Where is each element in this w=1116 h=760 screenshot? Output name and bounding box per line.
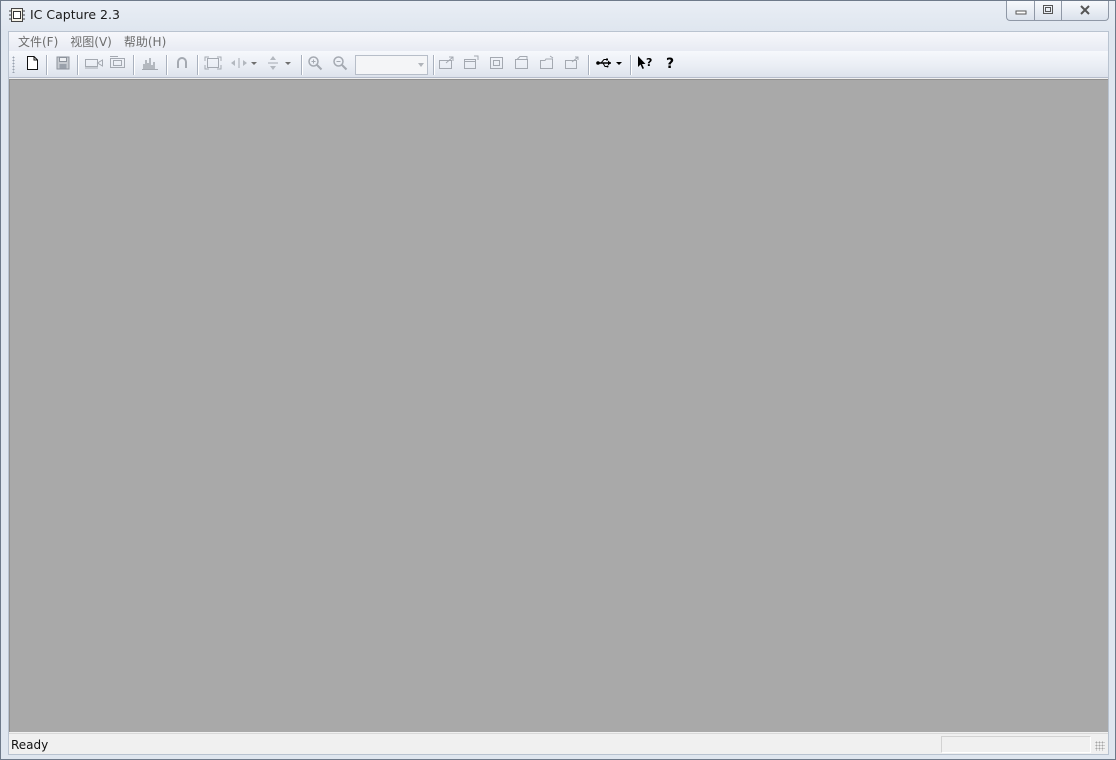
help-icon: ?	[664, 55, 678, 74]
toolbar-separator	[46, 55, 47, 75]
histogram-button[interactable]	[140, 55, 160, 74]
title-bar[interactable]: IC Capture 2.3	[1, 1, 1115, 31]
toolbar-grip[interactable]	[12, 56, 15, 73]
context-help-icon: ?	[636, 55, 654, 74]
menu-bar: 文件(F) 视图(V) 帮助(H)	[9, 32, 1108, 51]
close-button[interactable]	[1061, 1, 1109, 21]
toolbar-separator	[133, 55, 134, 75]
new-document-icon	[24, 55, 40, 74]
open-window-button[interactable]	[461, 55, 481, 74]
new-button[interactable]	[22, 55, 42, 74]
export-button[interactable]	[437, 55, 457, 74]
properties-icon	[513, 55, 531, 74]
toolbar-separator	[630, 55, 631, 75]
caption-buttons	[1006, 1, 1109, 21]
frame-icon	[488, 55, 506, 74]
open-window-icon	[462, 55, 480, 74]
zoom-combobox[interactable]	[355, 55, 428, 75]
menu-help[interactable]: 帮助(H)	[118, 33, 172, 51]
export-icon	[438, 55, 456, 74]
svg-text:?: ?	[666, 56, 674, 71]
capture-image-icon	[108, 55, 128, 74]
undo-button[interactable]	[172, 55, 192, 74]
save-icon	[55, 55, 71, 74]
fit-frame-button[interactable]	[203, 55, 223, 74]
usb-device-icon	[595, 55, 625, 74]
svg-text:?: ?	[646, 56, 652, 69]
minimize-button[interactable]	[1006, 1, 1034, 21]
restore-icon	[1042, 4, 1054, 18]
save-button[interactable]	[53, 55, 73, 74]
status-bar: Ready	[9, 733, 1108, 754]
status-text: Ready	[11, 738, 49, 752]
capture-video-icon	[84, 55, 104, 74]
toolbar-separator	[433, 55, 434, 75]
zoom-in-icon	[307, 55, 323, 74]
resize-grip-icon[interactable]	[1095, 741, 1105, 751]
chevron-down-icon	[418, 63, 424, 67]
video-display-area[interactable]	[9, 79, 1108, 732]
toolbar-separator	[197, 55, 198, 75]
flip-vertical-dropdown[interactable]	[264, 55, 296, 74]
flip-horizontal-dropdown[interactable]	[228, 55, 260, 74]
client-area: 文件(F) 视图(V) 帮助(H) ? ? Ready	[8, 31, 1109, 755]
properties-button[interactable]	[512, 55, 532, 74]
undo-icon	[174, 55, 190, 74]
toolbar-separator	[166, 55, 167, 75]
menu-view[interactable]: 视图(V)	[64, 33, 118, 51]
context-help-button[interactable]: ?	[635, 55, 655, 74]
toolbar-separator	[77, 55, 78, 75]
toolbar-separator	[588, 55, 589, 75]
app-window: IC Capture 2.3 文件(F) 视图(V) 帮助(H) ? ? Rea…	[0, 0, 1116, 760]
zoom-out-button[interactable]	[330, 55, 350, 74]
toolbar: ? ?	[9, 51, 1108, 78]
zoom-out-icon	[332, 55, 348, 74]
help-button[interactable]: ?	[661, 55, 681, 74]
flip-horizontal-icon	[229, 55, 259, 74]
minimize-icon	[1015, 4, 1027, 18]
capture-video-button[interactable]	[84, 55, 104, 74]
device-dropdown[interactable]	[594, 55, 626, 74]
share-button[interactable]	[562, 55, 582, 74]
toolbar-separator	[301, 55, 302, 75]
flip-vertical-icon	[265, 55, 295, 74]
fit-frame-icon	[204, 55, 222, 74]
share-icon	[563, 55, 581, 74]
restore-button[interactable]	[1034, 1, 1061, 21]
capture-image-button[interactable]	[108, 55, 128, 74]
histogram-icon	[141, 55, 159, 74]
status-pane	[941, 736, 1091, 753]
open-folder-icon	[538, 55, 556, 74]
open-folder-button[interactable]	[537, 55, 557, 74]
frame-button[interactable]	[487, 55, 507, 74]
zoom-in-button[interactable]	[305, 55, 325, 74]
window-title: IC Capture 2.3	[30, 7, 120, 22]
app-frame-icon[interactable]	[9, 7, 25, 23]
menu-file[interactable]: 文件(F)	[12, 33, 64, 51]
close-icon	[1079, 4, 1091, 18]
